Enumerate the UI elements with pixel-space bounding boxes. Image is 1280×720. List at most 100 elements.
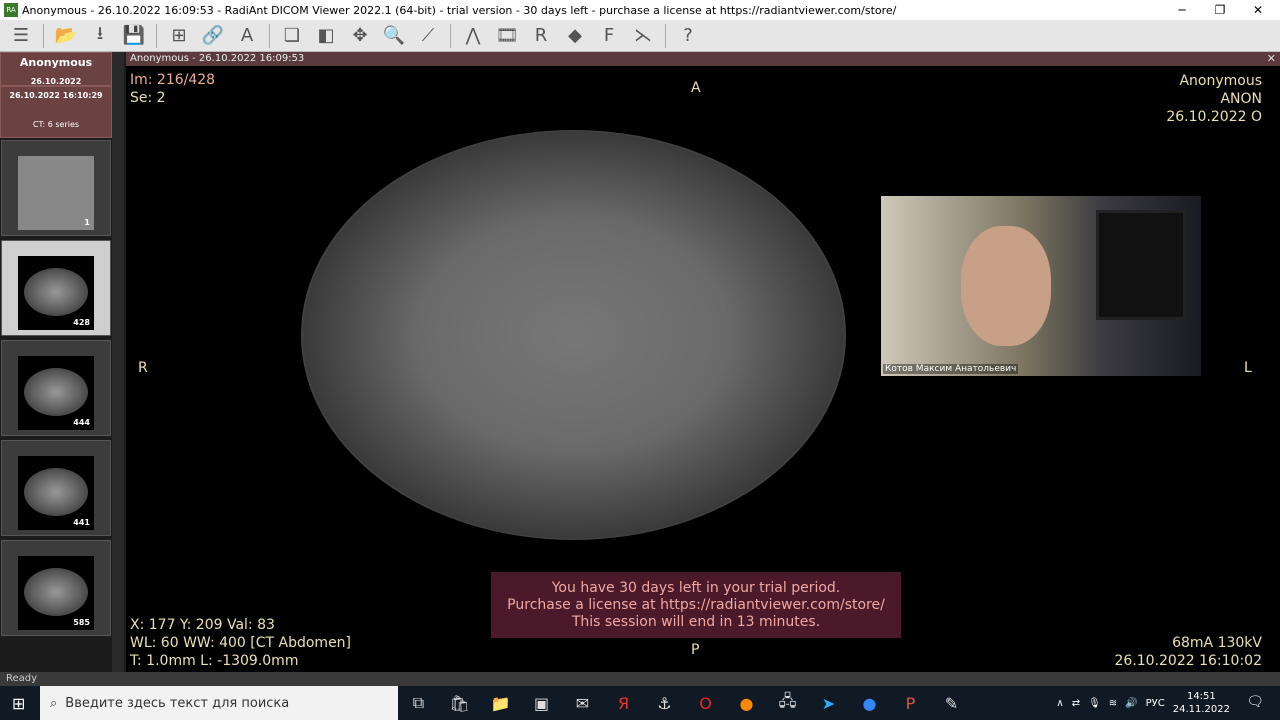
cine-icon[interactable]: 🎞: [492, 23, 522, 49]
clock[interactable]: 14:51 24.11.2022: [1173, 690, 1230, 716]
radiant-icon[interactable]: ▣: [521, 694, 562, 713]
orientation-left: R: [138, 360, 148, 376]
ct-image: [301, 130, 846, 540]
windows-start-icon[interactable]: ⊞: [12, 694, 25, 713]
link-icon[interactable]: 🔗: [198, 23, 228, 49]
orientation-top: A: [691, 80, 701, 96]
series-thumbnail[interactable]: 444: [1, 340, 111, 436]
text-annotation-icon[interactable]: A: [232, 23, 262, 49]
open-folder-icon[interactable]: 📂: [51, 23, 81, 49]
close-button[interactable]: ✕: [1238, 0, 1278, 20]
microphone-icon[interactable]: 🎙: [1088, 698, 1101, 709]
search-icon: ⌕: [50, 695, 58, 711]
window-level: WL: 60 WW: 400 [CT Abdomen]: [130, 635, 352, 651]
mail-icon[interactable]: ✉: [562, 694, 603, 713]
series-number: Se: 2: [130, 90, 166, 106]
viewport-header: Anonymous - 26.10.2022 16:09:53: [126, 52, 1280, 66]
series-sidebar: Anonymous 26.10.2022 26.10.2022 16:10:29…: [0, 52, 126, 672]
series-thumbnail[interactable]: 585: [1, 540, 111, 636]
network-icon[interactable]: ⇄: [1072, 698, 1080, 709]
series-thumbnail[interactable]: 441: [1, 440, 111, 536]
3d-icon[interactable]: ◆: [560, 23, 590, 49]
notifications-icon[interactable]: 🗨: [1246, 694, 1264, 710]
zoom-icon[interactable]: 🔍: [379, 23, 409, 49]
curved-mpr-icon[interactable]: ⋋: [628, 23, 658, 49]
window-title: Anonymous - 26.10.2022 16:09:53 - RadiAn…: [22, 3, 897, 17]
cursor-readout: X: 177 Y: 209 Val: 83: [130, 617, 275, 633]
image-count: 1: [84, 218, 90, 227]
opera-icon[interactable]: O: [685, 694, 726, 713]
series-icon[interactable]: ❏: [277, 23, 307, 49]
task-view-icon[interactable]: ⧉: [398, 693, 439, 713]
search-placeholder: Введите здесь текст для поиска: [65, 695, 290, 711]
powerpoint-icon[interactable]: P: [890, 694, 931, 713]
help-icon[interactable]: ?: [673, 23, 703, 49]
image-count: 441: [73, 518, 90, 527]
title-bar: RA Anonymous - 26.10.2022 16:09:53 - Rad…: [0, 0, 1280, 20]
series-thumbnail[interactable]: 1: [1, 140, 111, 236]
image-count: 585: [73, 618, 90, 627]
status-bar: Ready: [0, 672, 1280, 686]
file-explorer-icon[interactable]: 📁: [480, 694, 521, 713]
webcam-overlay: Котов Максим Анатольевич: [881, 196, 1201, 376]
date: 24.11.2022: [1172, 704, 1230, 715]
trial-line: Purchase a license at https://radiantvie…: [507, 597, 885, 613]
store-icon[interactable]: 🛍: [439, 694, 480, 713]
close-viewport-icon[interactable]: ✕: [1267, 52, 1276, 65]
window-level-icon[interactable]: ◧: [311, 23, 341, 49]
minimize-button[interactable]: ─: [1162, 0, 1202, 20]
acquisition-info: 68mA 130kV 26.10.2022 16:10:02: [1115, 634, 1263, 670]
presenter-name: Котов Максим Анатольевич: [883, 364, 1019, 374]
patient-tab[interactable]: Anonymous 26.10.2022: [0, 52, 112, 86]
network-app-icon[interactable]: 🖧: [767, 690, 808, 717]
toolbar: ☰ 📂 ⭳ 💾 ⊞ 🔗 A ❏ ◧ ✥ 🔍 ⟋ ⋀ 🎞 R ◆ F ⋋ ?: [0, 20, 1280, 52]
zoom-app-icon[interactable]: ●: [849, 694, 890, 713]
patient-info: Anonymous ANON 26.10.2022 O: [1166, 72, 1262, 126]
presenter-face: [961, 226, 1051, 346]
volume-icon[interactable]: 🔊: [1125, 698, 1137, 709]
language-indicator[interactable]: РУС: [1146, 698, 1165, 709]
volume-render-icon[interactable]: R: [526, 23, 556, 49]
orientation-bottom: P: [691, 642, 700, 658]
yandex-icon[interactable]: Я: [603, 694, 644, 713]
menu-icon[interactable]: ☰: [6, 23, 36, 49]
pan-icon[interactable]: ✥: [345, 23, 375, 49]
patient-name: Anonymous: [1179, 73, 1262, 89]
patient-id: ANON: [1220, 91, 1262, 107]
firefox-icon[interactable]: ●: [726, 694, 767, 713]
chevron-up-icon[interactable]: ∧: [1056, 698, 1063, 709]
restore-button[interactable]: ❐: [1200, 0, 1240, 20]
image-count: 444: [73, 418, 90, 427]
taskbar-search[interactable]: ⌕ Введите здесь текст для поиска: [40, 686, 398, 720]
image-count: 428: [73, 318, 90, 327]
image-info: X: 177 Y: 209 Val: 83 WL: 60 WW: 400 [CT…: [130, 616, 351, 670]
download-icon[interactable]: ⭳: [85, 23, 115, 49]
mpr-icon[interactable]: ⋀: [458, 23, 488, 49]
monitor: [1096, 210, 1186, 320]
paint-icon[interactable]: ✎: [931, 694, 972, 713]
patient-name: Anonymous: [19, 56, 93, 69]
exposure: 68mA 130kV: [1172, 635, 1262, 651]
layout-icon[interactable]: ⊞: [164, 23, 194, 49]
wifi-icon[interactable]: ≋: [1109, 698, 1117, 709]
telegram-icon[interactable]: ➤: [808, 694, 849, 713]
system-tray: ∧ ⇄ 🎙 ≋ 🔊 РУС 14:51 24.11.2022: [1056, 686, 1230, 720]
save-icon[interactable]: 💾: [119, 23, 149, 49]
image-viewport[interactable]: Anonymous - 26.10.2022 16:09:53 ✕ Im: 21…: [126, 52, 1280, 672]
sidebar-scrollbar[interactable]: [112, 52, 124, 672]
series-thumbnail[interactable]: 428: [1, 240, 111, 336]
study-tab[interactable]: 26.10.2022 16:10:29 CT: 6 series: [0, 86, 112, 138]
acquisition-datetime: 26.10.2022 16:10:02: [1114, 653, 1263, 669]
slice-info: T: 1.0mm L: -1309.0mm: [130, 653, 299, 669]
image-index: Im: 216/428: [130, 72, 216, 88]
trial-notice: You have 30 days left in your trial peri…: [491, 572, 901, 638]
study-date: 26.10.2022: [30, 77, 82, 86]
trial-line: You have 30 days left in your trial peri…: [551, 580, 841, 596]
time: 14:51: [1186, 691, 1216, 702]
series-summary: CT: 6 series: [32, 120, 80, 129]
app-logo: RA: [4, 3, 18, 17]
fusion-icon[interactable]: F: [594, 23, 624, 49]
trial-line: This session will end in 13 minutes.: [571, 614, 821, 630]
game-icon[interactable]: ⚓: [644, 694, 685, 713]
measure-icon[interactable]: ⟋: [413, 23, 443, 49]
